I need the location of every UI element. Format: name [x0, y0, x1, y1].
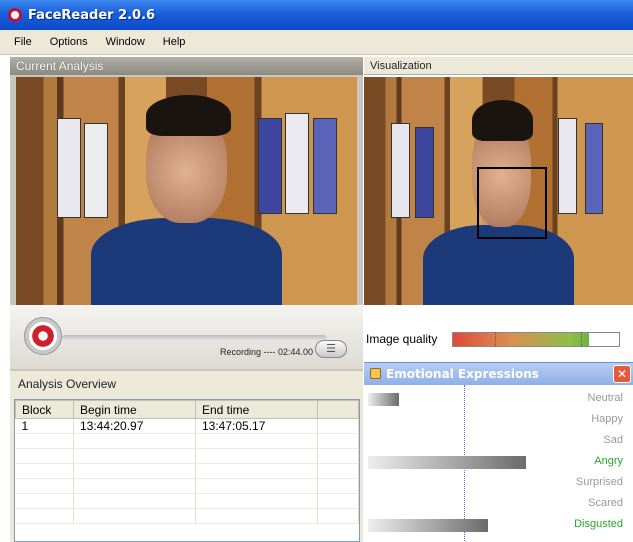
image-quality-label: Image quality	[366, 332, 438, 346]
table-row	[15, 478, 359, 494]
panel-icon	[370, 368, 381, 379]
live-video	[16, 77, 357, 305]
emotional-expressions-titlebar: Emotional Expressions ✕	[364, 363, 633, 385]
menu-options[interactable]: Options	[50, 36, 88, 48]
app-icon	[8, 8, 22, 22]
emotion-bar	[368, 393, 399, 406]
table-row	[15, 448, 359, 464]
emotional-expressions-window: Emotional Expressions ✕ Neutral Happy Sad A…	[364, 362, 633, 542]
emotional-expressions-title: Emotional Expressions	[386, 367, 539, 381]
emotion-row-sad: Sad	[364, 431, 633, 452]
table-row[interactable]: 1 13:44:20.97 13:47:05.17	[15, 418, 359, 434]
column-header-block[interactable]: Block	[15, 400, 74, 419]
menu-window[interactable]: Window	[106, 36, 145, 48]
table-row	[15, 493, 359, 509]
emotion-bar	[368, 519, 488, 532]
emotion-row-surprised: Surprised	[364, 473, 633, 494]
close-icon[interactable]: ✕	[613, 365, 631, 383]
visualization-header: Visualization	[364, 57, 633, 75]
emotion-label: Angry	[594, 455, 623, 467]
timeline-slider[interactable]	[62, 335, 327, 341]
playback-controls: Recording ---- 02:44.00 ☰	[10, 305, 363, 369]
menu-bar: File Options Window Help	[0, 30, 633, 55]
current-analysis-panel: Current Analysis Recording ---- 02:44.00…	[10, 57, 363, 542]
cell-end-time: 13:47:05.17	[195, 418, 318, 434]
table-row	[15, 463, 359, 479]
current-analysis-header: Current Analysis	[10, 57, 363, 75]
recording-status: Recording ---- 02:44.00	[220, 347, 314, 357]
emotion-label: Disgusted	[574, 518, 623, 530]
emotion-label: Surprised	[575, 476, 623, 488]
cell-begin-time: 13:44:20.97	[73, 418, 196, 434]
column-header-begin-time[interactable]: Begin time	[73, 400, 196, 419]
analysis-table: Block Begin time End time 1 13:44:20.97 …	[14, 399, 360, 542]
menu-help[interactable]: Help	[163, 36, 186, 48]
image-quality-row: Image quality	[364, 325, 633, 353]
analysis-overview-header: Analysis Overview	[18, 377, 117, 391]
window-title: FaceReader 2.0.6	[28, 7, 156, 23]
visualization-panel: Visualization Image quality Emotional Ex…	[364, 57, 633, 542]
emotion-row-angry: Angry	[364, 452, 633, 473]
column-header-empty	[317, 400, 359, 419]
table-row	[15, 433, 359, 449]
emotion-label: Sad	[603, 434, 623, 446]
face-detection-box	[477, 167, 547, 239]
list-icon[interactable]: ☰	[315, 340, 347, 358]
emotion-label: Scared	[588, 497, 623, 509]
emotion-label: Neutral	[587, 392, 623, 404]
image-quality-bar	[452, 332, 620, 347]
table-row	[15, 508, 359, 524]
title-bar: FaceReader 2.0.6	[0, 0, 633, 30]
column-header-end-time[interactable]: End time	[195, 400, 318, 419]
cell-block: 1	[15, 418, 74, 434]
analysis-overview: Analysis Overview Block Begin time End t…	[10, 371, 363, 542]
record-button[interactable]	[24, 317, 62, 355]
visualization-video	[364, 77, 633, 305]
emotion-bar	[368, 456, 527, 469]
emotion-label: Happy	[591, 413, 623, 425]
emotion-row-scared: Scared	[364, 494, 633, 515]
emotion-row-disgusted: Disgusted	[364, 515, 633, 536]
menu-file[interactable]: File	[14, 36, 32, 48]
emotion-row-neutral: Neutral	[364, 389, 633, 410]
emotion-row-happy: Happy	[364, 410, 633, 431]
